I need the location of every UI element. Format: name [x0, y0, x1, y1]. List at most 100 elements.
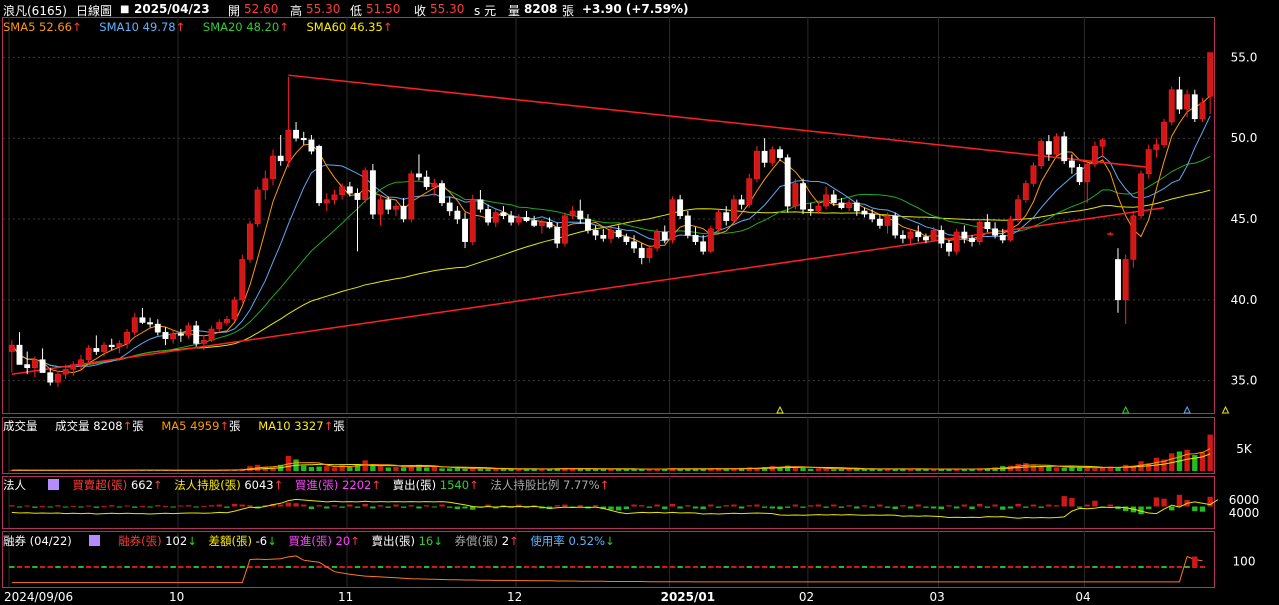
candle-body	[454, 210, 461, 220]
candle-body	[761, 150, 768, 163]
volume-panel-title: 成交量	[3, 419, 38, 433]
institutional-net-bar	[308, 506, 315, 510]
institutional-net-bar	[923, 506, 929, 508]
institutional-net-bar	[155, 505, 161, 507]
institutional-net-bar	[1046, 504, 1052, 507]
margin-change-bar	[754, 566, 760, 568]
candle-body	[969, 238, 975, 242]
margin-change-bar	[907, 566, 914, 568]
candle-body	[800, 183, 806, 210]
candle-body	[677, 199, 684, 217]
candle-body	[646, 247, 653, 259]
candle-body	[1184, 94, 1191, 110]
margin-change-bar	[784, 566, 791, 568]
institutional-net-bar	[854, 506, 860, 509]
margin-change-bar	[569, 566, 576, 568]
candle-body	[8, 344, 15, 352]
volume-bar	[592, 469, 599, 471]
margin-change-bar	[377, 566, 384, 568]
candle-body	[369, 170, 376, 215]
volume-bar	[1092, 468, 1098, 471]
candle-body	[170, 333, 177, 339]
margin-change-bar	[1184, 566, 1190, 568]
margin-change-bar	[62, 566, 69, 568]
margin-change-bar	[193, 566, 199, 568]
candle-body	[792, 183, 799, 207]
candle-body	[869, 213, 876, 220]
margin-change-bar	[362, 566, 368, 568]
institutional-net-bar	[608, 506, 614, 510]
institutional-net-bar	[431, 506, 438, 508]
margin-change-bar	[9, 566, 15, 568]
candle-body	[938, 230, 945, 244]
candle-body	[631, 241, 637, 249]
institutional-net-bar	[577, 505, 583, 507]
candle-body	[85, 348, 92, 360]
institutional-net-bar	[393, 504, 399, 507]
candle-body	[300, 137, 307, 141]
candle-body	[323, 199, 330, 204]
short-diff-value: -6	[255, 534, 268, 548]
institutional-net-bar	[216, 504, 222, 507]
institutional-net-bar	[615, 506, 622, 511]
institutional-net-bar	[631, 504, 637, 507]
stock-chart[interactable]: 55.0 50.0 45.0 40.0 35.0 5K 60004000 100 2024/09…	[0, 0, 1279, 605]
candle-body	[976, 222, 983, 242]
x-axis-label: 12	[507, 590, 522, 604]
margin-change-bar	[16, 566, 23, 568]
institutional-net-bar	[109, 505, 115, 507]
margin-change-bar	[116, 566, 123, 568]
institutional-net-bar	[769, 506, 776, 509]
candle-body	[16, 344, 23, 365]
volume-tick-label: 5K	[1236, 442, 1253, 456]
candle-body	[1099, 139, 1106, 147]
margin-change-bar	[477, 566, 484, 568]
settings-list-icon[interactable]	[89, 535, 101, 546]
candle-body	[546, 222, 553, 228]
margin-change-bar	[1146, 566, 1152, 568]
x-axis-label: 02	[799, 590, 814, 604]
vol-ma10-legend: MA10 3327	[258, 419, 324, 433]
candle-body	[54, 373, 61, 383]
signal-marker	[1121, 405, 1130, 414]
institutional-net-bar	[992, 504, 998, 507]
institutional-net-bar	[193, 506, 199, 508]
volume-bar	[385, 467, 391, 471]
margin-change-bar	[738, 566, 745, 568]
holding-ratio-value: 7.77%	[563, 478, 600, 492]
margin-change-bar	[385, 566, 391, 568]
candle-body	[1122, 259, 1129, 301]
settings-list-icon[interactable]	[47, 479, 59, 490]
institutional-net-bar	[132, 506, 138, 508]
margin-change-bar	[1153, 566, 1160, 568]
candle-body	[239, 259, 246, 301]
margin-change-bar	[185, 566, 192, 568]
candle-body	[200, 340, 207, 344]
volume-bar	[301, 465, 307, 471]
institutional-net-bar	[170, 506, 176, 508]
candle-body	[1176, 89, 1183, 110]
candle-body	[738, 199, 745, 205]
institutional-net-bar	[62, 506, 69, 508]
institutional-net-bar	[285, 502, 292, 507]
margin-change-bar	[431, 566, 438, 568]
candle-body	[162, 331, 169, 339]
short-cover-value: 2	[501, 534, 510, 548]
margin-change-bar	[39, 566, 46, 568]
margin-change-bar	[47, 566, 53, 568]
institutional-net-bar	[454, 506, 461, 510]
volume-bar	[393, 467, 399, 471]
candle-body	[654, 231, 661, 249]
candle-body	[531, 220, 538, 226]
candle-body	[400, 205, 407, 220]
institutional-net-bar	[239, 504, 245, 507]
short-balance-line	[11, 555, 1203, 584]
volume-bar	[1076, 467, 1083, 471]
margin-change-bar	[1076, 566, 1083, 568]
margin-change-bar	[162, 566, 169, 568]
volume-bar	[815, 468, 822, 471]
short-sell-value: 16	[418, 534, 434, 548]
margin-change-bar	[208, 566, 215, 568]
institutional-net-bar	[800, 506, 806, 508]
institutional-holding-line	[11, 498, 1219, 519]
